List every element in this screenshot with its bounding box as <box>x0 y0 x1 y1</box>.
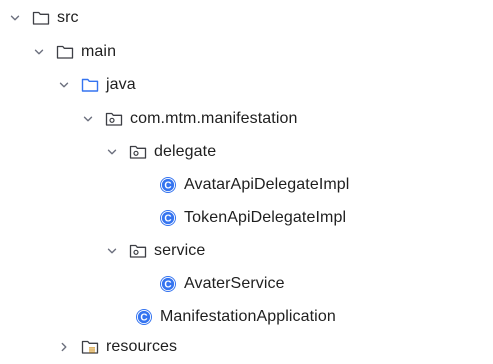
svg-text:C: C <box>164 181 171 192</box>
tree-row-java[interactable]: java <box>0 68 493 102</box>
resources-folder-icon <box>80 337 100 357</box>
chevron-down-icon[interactable] <box>56 77 72 93</box>
tree-row-label: delegate <box>154 143 217 160</box>
tree-row-class[interactable]: C AvatarApiDelegateImpl <box>0 168 493 202</box>
tree-row-label: main <box>81 43 117 60</box>
folder-icon <box>55 42 75 62</box>
chevron-right-icon[interactable] <box>56 339 72 355</box>
tree-row-label: src <box>57 9 79 26</box>
tree-row-label: service <box>154 242 206 259</box>
tree-row-label: com.mtm.manifestation <box>130 110 298 127</box>
tree-row-resources[interactable]: resources <box>0 330 493 364</box>
svg-text:C: C <box>164 214 171 225</box>
class-icon: C <box>158 208 178 228</box>
svg-text:C: C <box>140 313 147 324</box>
tree-row-label: TokenApiDelegateImpl <box>184 209 347 226</box>
package-icon <box>104 109 124 129</box>
chevron-down-icon[interactable] <box>80 111 96 127</box>
tree-row-main[interactable]: main <box>0 35 493 69</box>
class-icon: C <box>158 175 178 195</box>
tree-row-class[interactable]: C AvaterService <box>0 267 493 301</box>
chevron-down-icon[interactable] <box>7 10 23 26</box>
chevron-down-icon[interactable] <box>104 243 120 259</box>
tree-row-package-root[interactable]: com.mtm.manifestation <box>0 102 493 136</box>
chevron-down-icon[interactable] <box>104 144 120 160</box>
class-icon: C <box>158 274 178 294</box>
tree-row-delegate[interactable]: delegate <box>0 135 493 169</box>
tree-row-class[interactable]: C TokenApiDelegateImpl <box>0 201 493 235</box>
tree-row-label: java <box>106 76 136 93</box>
package-icon <box>128 241 148 261</box>
class-icon: C <box>134 307 154 327</box>
package-icon <box>128 142 148 162</box>
tree-row-label: ManifestationApplication <box>160 308 336 325</box>
chevron-down-icon[interactable] <box>31 44 47 60</box>
tree-row-service[interactable]: service <box>0 234 493 268</box>
tree-row-class[interactable]: C ManifestationApplication <box>0 300 493 334</box>
tree-row-label: AvatarApiDelegateImpl <box>184 176 350 193</box>
tree-row-label: resources <box>106 338 178 355</box>
tree-row-label: AvaterService <box>184 275 285 292</box>
svg-text:C: C <box>164 280 171 291</box>
tree-row-src[interactable]: src <box>0 1 493 35</box>
source-folder-icon <box>80 75 100 95</box>
folder-icon <box>31 8 51 28</box>
project-tree: src main java com.mtm.manifestation dele… <box>0 0 493 358</box>
